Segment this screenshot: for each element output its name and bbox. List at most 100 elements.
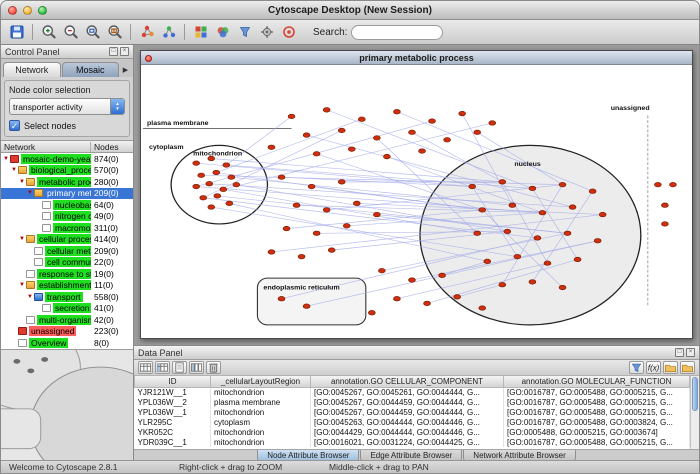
node[interactable] — [409, 130, 416, 134]
tree-row-transport[interactable]: ▼transport558(0) — [1, 291, 133, 303]
float-panel-icon[interactable] — [109, 47, 118, 56]
table-row[interactable]: YKR052Cmitochondrion[GO:0044429, GO:0044… — [135, 427, 690, 437]
table-cell[interactable]: [GO:0044429, GO:0044444, GO:0044446, G..… — [311, 427, 504, 437]
network-window-titlebar[interactable]: primary metabolic process — [141, 51, 692, 65]
table-row[interactable]: YJR121W__1mitochondrion[GO:0045267, GO:0… — [135, 387, 690, 397]
zoom-window-icon[interactable] — [38, 6, 47, 15]
node[interactable] — [288, 114, 295, 118]
tab-mosaic[interactable]: Mosaic — [62, 62, 120, 77]
table-cell[interactable]: [GO:0045267, GO:0044459, GO:0044444, G..… — [311, 407, 504, 417]
tree-row-macromolecule[interactable]: macromolecule...311(0) — [1, 222, 133, 234]
tree-row-primary-metabolic-process[interactable]: ▼primary metabolic process209(0) — [1, 188, 133, 200]
table-cell[interactable]: [GO:0016787, GO:0005488, GO:0003824, G..… — [504, 417, 690, 427]
node[interactable] — [313, 152, 320, 156]
node[interactable] — [198, 173, 205, 177]
column-header-annotation-go-molecular-function[interactable]: annotation.GO MOLECULAR_FUNCTION — [504, 376, 690, 387]
node[interactable] — [303, 304, 310, 308]
node[interactable] — [328, 248, 335, 252]
tree-row-secretion[interactable]: secretion41(0) — [1, 303, 133, 315]
node[interactable] — [569, 205, 576, 209]
tree-row-multi-organism-proc[interactable]: multi-organism proc...42(0) — [1, 314, 133, 326]
table-cell[interactable]: plasma membrane — [211, 397, 311, 407]
node[interactable] — [489, 121, 496, 125]
node-color-dropdown[interactable]: transporter activity — [9, 98, 125, 115]
function-builder-icon[interactable]: f(x) — [646, 361, 661, 374]
node[interactable] — [358, 117, 365, 121]
node[interactable] — [200, 196, 207, 200]
table-scrollbar[interactable] — [690, 376, 699, 449]
tree-row-cellular-process[interactable]: ▼cellular process414(0) — [1, 234, 133, 246]
tree-row-mosaic-demo-yeast[interactable]: ▼mosaic-demo-yeast874(0) — [1, 153, 133, 165]
table-cell[interactable]: [GO:0016787, GO:0005488, GO:0005215, G..… — [504, 397, 690, 407]
expander-icon[interactable]: ▼ — [18, 179, 26, 185]
node[interactable] — [214, 194, 221, 198]
table-cell[interactable]: mitochondrion — [211, 427, 311, 437]
vizmapper-icon[interactable] — [212, 22, 233, 43]
node[interactable] — [233, 182, 240, 186]
node[interactable] — [484, 259, 491, 263]
node[interactable] — [424, 301, 431, 305]
zoom-out-icon[interactable] — [60, 22, 81, 43]
table-cell[interactable]: [GO:0045267, GO:0045261, GO:0044444, G..… — [311, 387, 504, 397]
close-window-icon[interactable] — [8, 6, 17, 15]
birdseye-view[interactable] — [1, 349, 133, 460]
open-attribute-file-icon[interactable] — [680, 361, 695, 374]
tree-column-nodes[interactable]: Nodes — [91, 142, 133, 152]
tab-network[interactable]: Network — [3, 62, 61, 77]
unselect-attributes-icon[interactable] — [155, 361, 170, 374]
scrollbar-thumb[interactable] — [692, 377, 698, 411]
expander-icon[interactable]: ▼ — [18, 282, 26, 288]
node[interactable] — [313, 231, 320, 235]
node[interactable] — [226, 201, 233, 205]
node[interactable] — [338, 180, 345, 184]
node[interactable] — [348, 147, 355, 151]
node[interactable] — [594, 239, 601, 243]
node[interactable] — [278, 175, 285, 179]
node[interactable] — [539, 210, 546, 214]
node[interactable] — [599, 212, 606, 216]
network-overview-icon[interactable] — [158, 22, 179, 43]
node[interactable] — [504, 229, 511, 233]
node[interactable] — [308, 184, 315, 188]
node[interactable] — [220, 187, 227, 191]
node[interactable] — [208, 205, 215, 209]
table-cell[interactable]: YDR039C__1 — [135, 437, 211, 447]
network-canvas[interactable]: plasma membranecytoplasmmitochondrionend… — [141, 65, 692, 338]
table-cell[interactable]: YJR121W__1 — [135, 387, 211, 397]
table-cell[interactable]: YPL036W__1 — [135, 407, 211, 417]
tree-row-nucleobase[interactable]: nucleobase...64(0) — [1, 199, 133, 211]
table-cell[interactable]: [GO:0016787, GO:0005488, GO:0005215, G..… — [504, 437, 690, 447]
table-cell[interactable]: [GO:0016787, GO:0005488, GO:0005215, G..… — [504, 387, 690, 397]
node[interactable] — [378, 268, 385, 272]
node[interactable] — [268, 250, 275, 254]
search-input[interactable] — [351, 25, 443, 40]
column-header-annotation-go-cellular-component[interactable]: annotation.GO CELLULAR_COMPONENT — [311, 376, 504, 387]
table-cell[interactable]: [GO:0045263, GO:0044444, GO:0044446, G..… — [311, 417, 504, 427]
compartment-nucleus[interactable] — [420, 145, 641, 325]
node[interactable] — [564, 231, 571, 235]
network-window-close-icon[interactable] — [145, 55, 152, 62]
node[interactable] — [323, 208, 330, 212]
column-header-id[interactable]: ID — [135, 376, 211, 387]
node[interactable] — [544, 261, 551, 265]
table-cell[interactable]: mitochondrion — [211, 437, 311, 447]
save-icon[interactable] — [6, 22, 27, 43]
mosaic-grid-icon[interactable] — [190, 22, 211, 43]
tree-row-response-to-stimulus[interactable]: response to stimulus19(0) — [1, 268, 133, 280]
node[interactable] — [323, 108, 330, 112]
table-row[interactable]: YDR039C__1mitochondrion[GO:0016021, GO:0… — [135, 437, 690, 447]
close-data-panel-icon[interactable] — [686, 348, 695, 357]
zoom-fit-icon[interactable] — [104, 22, 125, 43]
node[interactable] — [499, 282, 506, 286]
node[interactable] — [193, 161, 200, 165]
zoom-selected-icon[interactable] — [82, 22, 103, 43]
expander-icon[interactable]: ▼ — [2, 156, 10, 162]
node[interactable] — [223, 163, 230, 167]
table-cell[interactable]: YKR052C — [135, 427, 211, 437]
tree-row-metabolic-process[interactable]: ▼metabolic process280(0) — [1, 176, 133, 188]
delete-attribute-icon[interactable] — [206, 361, 221, 374]
node[interactable] — [559, 182, 566, 186]
node[interactable] — [509, 203, 516, 207]
node[interactable] — [228, 175, 235, 179]
expander-icon[interactable]: ▼ — [26, 190, 34, 196]
